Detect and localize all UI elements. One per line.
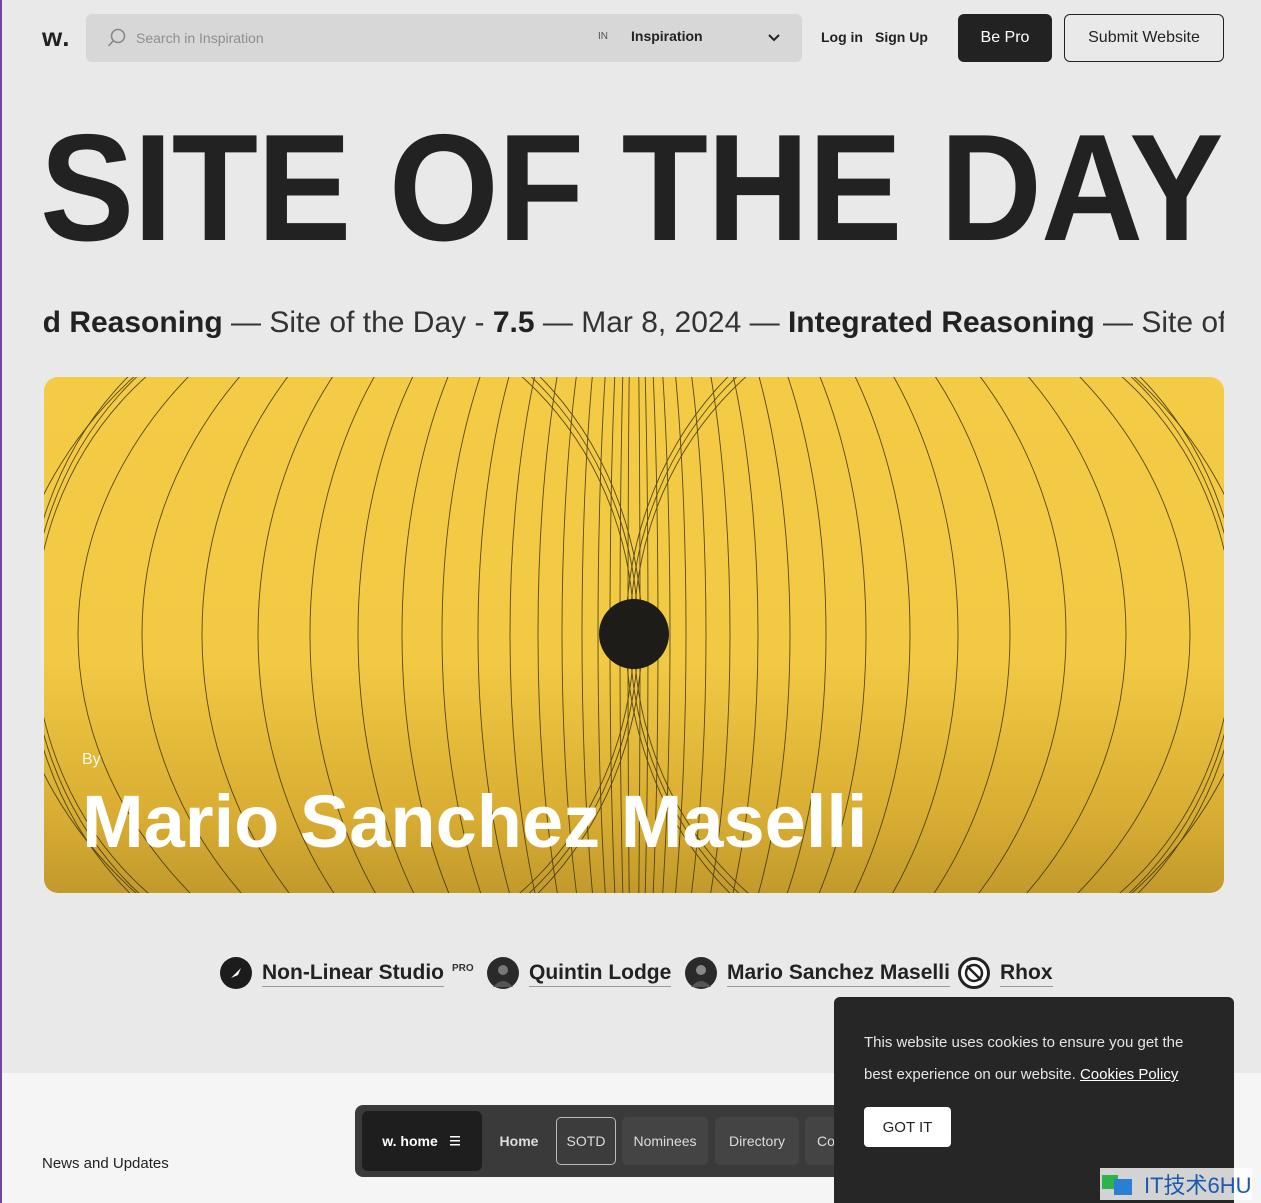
nav-home-label: w. home [382,1133,438,1149]
ticker-text: — Site of the Day - [222,306,493,339]
top-header: w. IN Inspiration Log in Sign Up Be Pro … [2,14,1261,62]
menu-icon [449,1136,460,1146]
news-heading[interactable]: News and Updates [42,1155,169,1172]
login-link[interactable]: Log in [821,29,863,45]
credits-list: Non-Linear Studio PRO Quintin Lodge Mari… [2,956,1261,990]
site-logo[interactable]: w. [42,22,70,53]
search-input[interactable] [136,26,556,50]
ticker-date: — Mar 8, 2024 — [534,306,788,339]
avatar [958,957,990,989]
cookie-message: This website uses cookies to ensure you … [864,1027,1204,1091]
be-pro-button[interactable]: Be Pro [958,14,1052,62]
ticker-site-name-partial: ted Reasoning [44,306,223,339]
award-ticker: ted Reasoning — Site of the Day - 7.5 — … [44,306,1224,346]
credit-item[interactable]: Quintin Lodge [487,956,672,990]
avatar [487,957,519,989]
credit-name[interactable]: Non-Linear Studio [262,960,444,987]
search-scope-select[interactable]: Inspiration [631,28,703,44]
watermark: IT技术6HU [1100,1168,1252,1200]
credit-item[interactable]: Non-Linear Studio PRO [220,956,474,990]
search-icon [107,28,126,47]
hero-image[interactable]: By Mario Sanchez Maselli [44,377,1224,893]
avatar [685,957,717,989]
credit-item[interactable]: Rhox [958,956,1053,990]
nav-home-menu-button[interactable]: w. home [362,1111,482,1171]
chevron-down-icon[interactable] [766,30,782,46]
nav-tab-home[interactable]: Home [489,1117,549,1165]
page-title: SITE OF THE DAY [40,103,1224,273]
nav-tab-directory[interactable]: Directory [715,1117,799,1165]
search-scope-prefix: IN [598,31,608,42]
ticker-site-name: Integrated Reasoning [787,306,1095,339]
nav-tab-sotd[interactable]: SOTD [556,1117,616,1165]
cookie-accept-button[interactable]: GOT IT [864,1107,951,1147]
bottom-nav-bar: w. home Home SOTD Nominees Directory Co [355,1105,855,1177]
pro-badge: PRO [452,962,474,974]
nav-tab-nominees[interactable]: Nominees [622,1117,708,1165]
avatar [220,957,252,989]
credit-name[interactable]: Quintin Lodge [529,960,672,987]
credit-name[interactable]: Mario Sanchez Maselli [727,960,950,987]
hero-author-name[interactable]: Mario Sanchez Maselli [82,779,868,864]
credit-name[interactable]: Rhox [1000,960,1053,987]
credit-item[interactable]: Mario Sanchez Maselli [685,956,950,990]
search-bar[interactable]: IN Inspiration [86,14,802,62]
hero-by-label: By [82,751,101,768]
watermark-logo-icon [1100,1171,1140,1197]
cookies-policy-link[interactable]: Cookies Policy [1080,1066,1178,1083]
ticker-text: — Site of the [1103,306,1224,339]
ticker-score: 7.5 [492,306,535,339]
submit-website-button[interactable]: Submit Website [1064,14,1224,62]
signup-link[interactable]: Sign Up [875,29,928,45]
watermark-text: IT技术6HU [1144,1173,1252,1198]
